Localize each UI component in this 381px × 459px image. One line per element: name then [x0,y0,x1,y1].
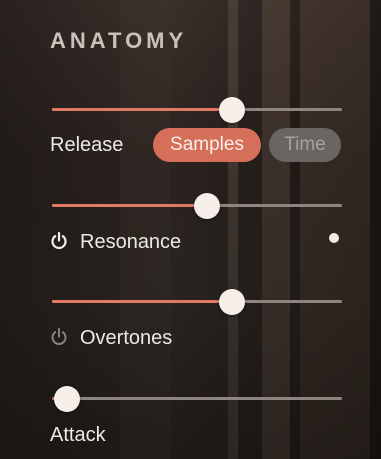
panel-title: ANATOMY [50,28,188,53]
resonance-slider[interactable] [52,193,342,219]
time-mode-button[interactable]: Time [269,128,341,162]
attack-slider[interactable] [52,386,342,412]
slider-thumb[interactable] [194,193,221,219]
slider-fill [52,108,232,111]
overtones-label: Overtones [80,327,173,349]
release-slider[interactable] [52,97,342,123]
attack-label: Attack [50,424,106,446]
resonance-label: Resonance [80,231,182,253]
slider-thumb[interactable] [218,289,245,315]
slider-thumb[interactable] [53,386,80,412]
resonance-power-icon[interactable] [49,231,69,251]
slider-fill [52,300,232,303]
samples-mode-button[interactable]: Samples [153,128,261,162]
slider-thumb[interactable] [218,97,245,123]
overtones-power-icon[interactable] [49,327,69,347]
slider-fill [52,204,208,207]
slider-track [52,397,342,400]
release-label: Release [50,134,124,156]
overtones-slider[interactable] [52,289,342,315]
resonance-indicator-dot [329,233,339,243]
